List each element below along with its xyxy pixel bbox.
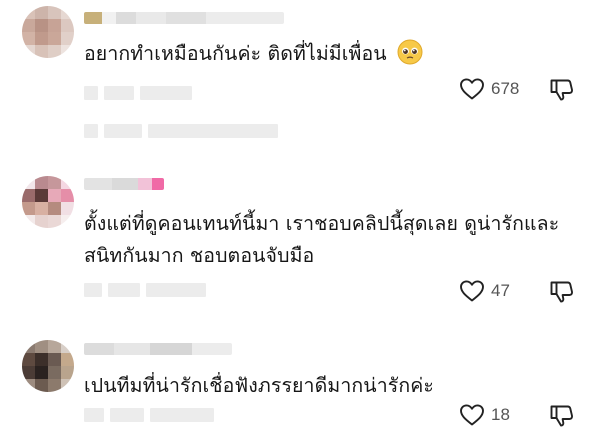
username[interactable] [84, 12, 284, 24]
like-count: 47 [491, 281, 510, 300]
thumbs-down-icon [550, 281, 574, 303]
avatar[interactable] [22, 176, 74, 228]
heart-icon [460, 78, 484, 100]
avatar[interactable] [22, 340, 74, 392]
comment-text: เปนทีมที่น่ารักเชื่อฟังภรรยาดีมากน่ารักค… [84, 370, 574, 402]
pleading-face-emoji-icon [397, 39, 423, 65]
like-count: 18 [491, 405, 510, 424]
username[interactable] [84, 343, 232, 355]
like-button[interactable]: 678 [459, 77, 519, 101]
dislike-button[interactable] [549, 404, 575, 432]
comment-meta [84, 86, 192, 100]
username[interactable] [84, 178, 164, 190]
comment-text: อยากทำเหมือนกันค่ะ ติดที่ไม่มีเพื่อน [84, 38, 574, 70]
like-button[interactable]: 47 [459, 279, 510, 303]
comment-text-content: เปนทีมที่น่ารักเชื่อฟังภรรยาดีมากน่ารักค… [84, 374, 434, 397]
like-count: 678 [491, 79, 520, 98]
heart-icon [460, 404, 484, 426]
heart-icon [460, 280, 484, 302]
comment-meta [84, 283, 206, 297]
comment-text: ตั้งแต่ที่ดูคอนเทนท์นี้มา เราชอบคลิปนี้ส… [84, 208, 574, 272]
thumbs-down-icon [550, 79, 574, 101]
avatar[interactable] [22, 6, 74, 58]
dislike-button[interactable] [549, 78, 575, 106]
thumbs-down-icon [550, 405, 574, 427]
like-button[interactable]: 18 [459, 403, 510, 427]
comment-text-content: อยากทำเหมือนกันค่ะ ติดที่ไม่มีเพื่อน [84, 42, 387, 65]
comment-meta [84, 408, 214, 422]
comment-replies[interactable] [84, 124, 278, 138]
comment-text-content: ตั้งแต่ที่ดูคอนเทนท์นี้มา เราชอบคลิปนี้ส… [84, 212, 560, 267]
dislike-button[interactable] [549, 280, 575, 308]
